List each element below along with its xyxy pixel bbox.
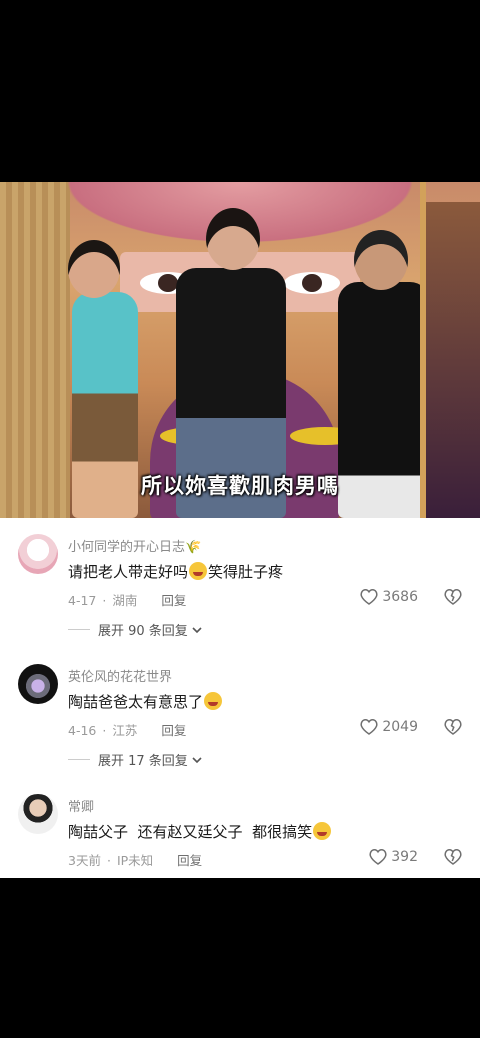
bottom-letterbox [0, 878, 480, 1038]
comment-date: 3天前 [68, 853, 101, 868]
comment-username[interactable]: 英伦风的花花世界 [68, 666, 172, 685]
man-host-head [354, 230, 408, 290]
comment-text-part: 请把老人带走好吗 [68, 563, 189, 581]
comment-meta: 4-17 · 湖南 回复 [68, 590, 192, 609]
avatar[interactable] [18, 794, 58, 834]
comment-text: 陶喆爸爸太有意思了 [68, 691, 223, 712]
comment-item: 常卿 陶喆父子 还有赵又廷父子 都很搞笑 3天前 · IP未知 回复 392 [0, 778, 480, 878]
video-player[interactable]: 所以妳喜歡肌肉男嗎 [0, 182, 480, 518]
expand-replies-label: 展开 17 条回复 [98, 754, 188, 769]
dot-separator: · [106, 853, 111, 868]
like-count: 3686 [382, 588, 418, 605]
video-subtitle: 所以妳喜歡肌肉男嗎 [141, 474, 339, 498]
comment-text-part: 陶喆爸爸太有意思了 [68, 693, 204, 711]
like-button[interactable]: 3686 [360, 588, 418, 605]
divider [68, 629, 90, 630]
comment-text: 请把老人带走好吗 笑得肚子疼 [68, 561, 283, 582]
young-man-head [206, 208, 260, 270]
like-count: 392 [391, 848, 418, 865]
comment-list: 小何同学的开心日志🌾 请把老人带走好吗 笑得肚子疼 4-17 · 湖南 回复 3686… [0, 518, 480, 878]
broken-heart-icon [444, 718, 462, 735]
comment-username[interactable]: 小何同学的开心日志🌾 [68, 536, 201, 555]
avatar[interactable] [18, 534, 58, 574]
broken-heart-icon [444, 588, 462, 605]
chevron-down-icon [192, 626, 202, 633]
eye-right [284, 272, 340, 294]
broken-heart-icon [444, 848, 462, 865]
dislike-button[interactable] [444, 848, 462, 869]
dot-separator: · [102, 593, 107, 608]
like-button[interactable]: 2049 [360, 718, 418, 735]
comment-item: 小何同学的开心日志🌾 请把老人带走好吗 笑得肚子疼 4-17 · 湖南 回复 3686… [0, 518, 480, 648]
comment-date: 4-17 [68, 593, 97, 608]
reply-button[interactable]: 回复 [161, 593, 186, 608]
comment-location: IP未知 [116, 853, 154, 868]
comment-meta: 3天前 · IP未知 回复 [68, 850, 208, 869]
avatar[interactable] [18, 664, 58, 704]
comment-text: 陶喆父子 还有赵又廷父子 都很搞笑 [68, 821, 332, 842]
laugh-cry-emoji [204, 692, 223, 710]
like-count: 2049 [382, 718, 418, 735]
heart-outline-icon [369, 848, 387, 865]
comment-item: 英伦风的花花世界 陶喆爸爸太有意思了 4-16 · 江苏 回复 2049 展开 17… [0, 648, 480, 778]
curtain-right [420, 182, 426, 518]
expand-replies[interactable]: 展开 17 条回复 [68, 750, 203, 769]
comment-meta: 4-16 · 江苏 回复 [68, 720, 192, 739]
expand-replies[interactable]: 展开 90 条回复 [68, 620, 203, 639]
expand-replies-label: 展开 90 条回复 [98, 624, 188, 639]
heart-outline-icon [360, 588, 378, 605]
dislike-button[interactable] [444, 588, 462, 609]
comment-location: 湖南 [112, 593, 138, 608]
divider [68, 759, 90, 760]
comment-location: 江苏 [112, 723, 138, 738]
dislike-button[interactable] [444, 718, 462, 739]
reply-button[interactable]: 回复 [161, 723, 186, 738]
top-letterbox [0, 0, 480, 182]
comment-text-part: 笑得肚子疼 [208, 563, 284, 581]
comment-username[interactable]: 常卿 [68, 796, 94, 815]
dot-separator: · [102, 723, 107, 738]
woman-head [68, 240, 120, 298]
comment-date: 4-16 [68, 723, 97, 738]
reply-button[interactable]: 回复 [177, 853, 202, 868]
comment-text-part: 陶喆父子 还有赵又廷父子 都很搞笑 [68, 823, 313, 841]
rofl-emoji [313, 822, 332, 840]
laugh-cry-emoji [189, 562, 208, 580]
heart-outline-icon [360, 718, 378, 735]
chevron-down-icon [192, 756, 202, 763]
like-button[interactable]: 392 [369, 848, 418, 865]
